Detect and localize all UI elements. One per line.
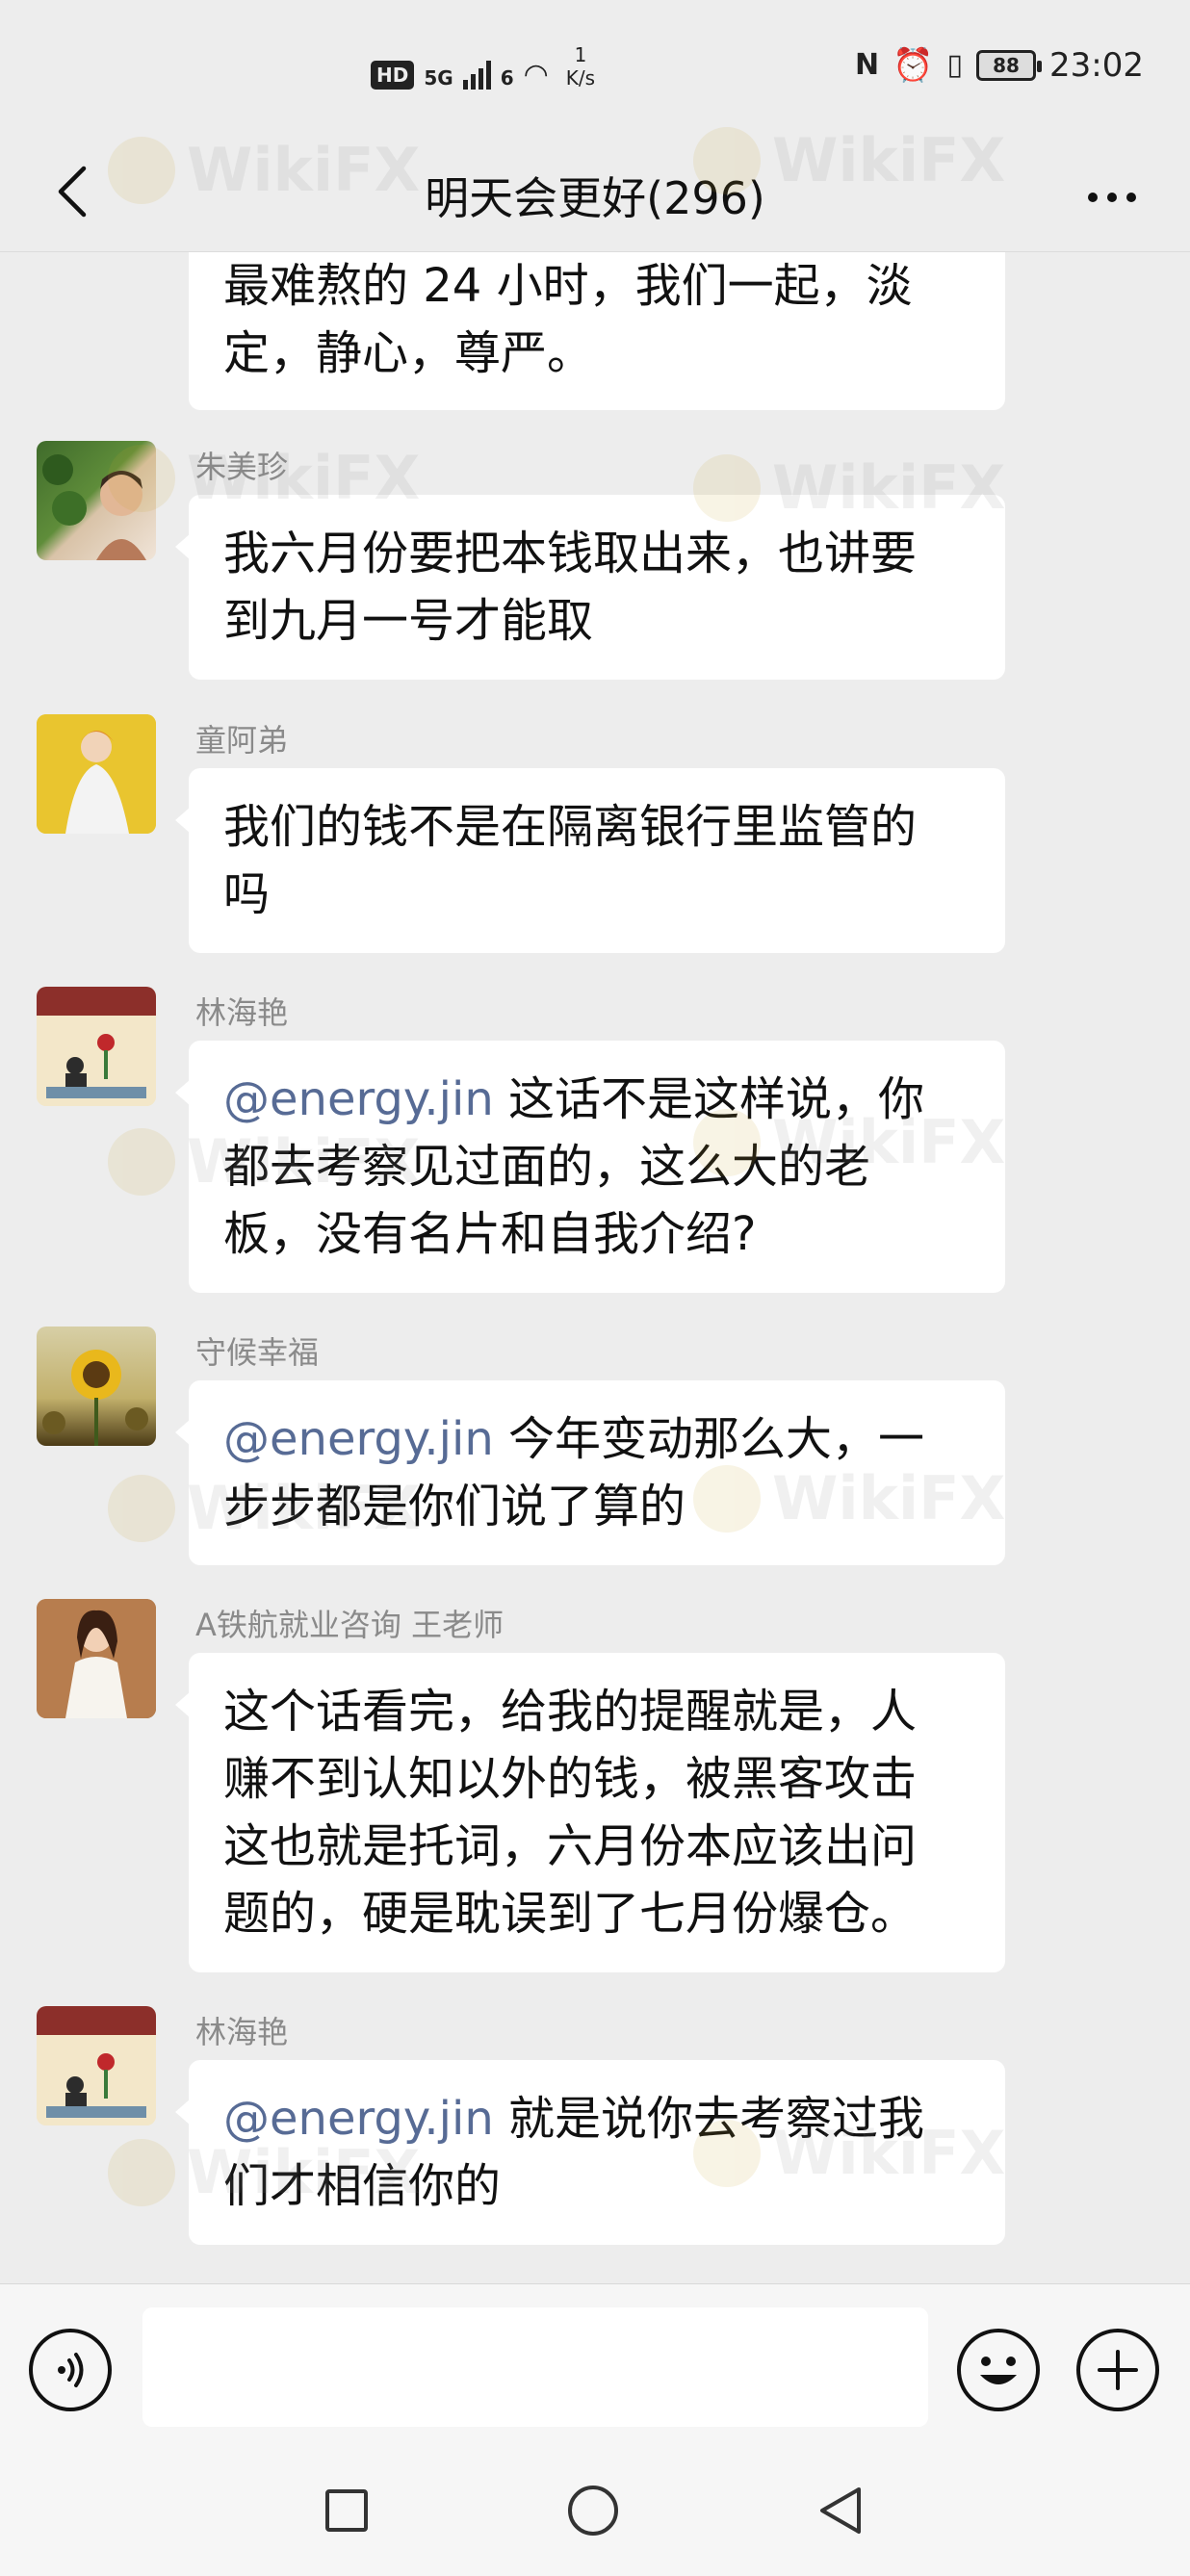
avatar-image [37,714,156,834]
page-title: 明天会更好(296) [425,172,765,224]
nav-square-icon[interactable] [325,2489,368,2532]
message-bubble[interactable]: 这个话看完，给我的提醒就是，人 赚不到认知以外的钱，被黑客攻击 这也就是托词，六… [175,1653,1005,1972]
avatar[interactable] [37,1327,156,1446]
status-left: HD 5G 6 ◠ 1 K/s [371,43,595,90]
alarm-icon: ⏰ [892,46,934,85]
battery-icon: 88 [976,50,1043,81]
avatar[interactable] [37,2006,156,2125]
message-line: 我们的钱不是在隔离银行里监管的 [223,800,918,854]
avatar-image [37,987,156,1106]
emoji-icon [980,2357,1017,2384]
speed-unit: K/s [565,66,596,90]
more-icon [1088,193,1098,202]
chat-list[interactable]: 最难熬的 24 小时，我们一起，淡 定，静心，尊严。 朱美珍 我六月份要把本钱取… [0,252,1190,2283]
message-bubble[interactable]: @energy.jin 就是说你去考察过我 们才相信你的 [175,2060,1005,2245]
message-line: 定，静心，尊严。 [223,326,594,380]
avatar-image [37,1599,156,1718]
sender-name: 朱美珍 [195,449,289,485]
message-line: 都去考察见过面的，这么大的老 [223,1140,871,1194]
message-line: 这个话看完，给我的提醒就是，人 [223,1685,918,1739]
hd-badge: HD [371,61,415,90]
sender-name: 林海艳 [195,2014,289,2050]
message-line: 这也就是托词，六月份本应该出问 [223,1819,918,1873]
avatar-image [42,1350,148,1446]
message-line: 板，没有名片和自我介绍? [223,1207,757,1261]
vibrate-icon: ▯ [946,48,964,82]
mention-link[interactable]: @energy.jin [223,2092,494,2146]
signal-icon [462,57,491,90]
speed-value: 1 [574,43,587,66]
battery-level: 88 [993,54,1020,77]
message-line: 就是说你去考察过我 [493,2092,925,2146]
emoji-button[interactable] [957,2329,1040,2411]
sender-name: 林海艳 [195,994,289,1031]
clock: 23:02 [1049,46,1144,85]
avatar[interactable] [37,987,156,1106]
message-bubble[interactable]: 我们的钱不是在隔离银行里监管的 吗 [175,768,1005,953]
message-line: 题的，硬是耽误到了七月份爆仓。 [223,1887,918,1941]
network-label: 5G [424,66,453,90]
more-icon-dot [1107,193,1117,202]
nfc-icon: N [855,48,880,82]
avatar-image [42,454,146,560]
message-line: 吗 [223,867,271,921]
avatar[interactable] [37,1599,156,1718]
avatar[interactable] [37,441,156,560]
message-line: 我六月份要把本钱取出来，也讲要 [223,527,918,580]
avatar[interactable] [37,714,156,834]
sender-name: 童阿弟 [195,722,289,759]
message-bubble[interactable]: @energy.jin 这话不是这样说，你 都去考察见过面的，这么大的老 板，没… [175,1041,1005,1293]
status-bar: HD 5G 6 ◠ 1 K/s N ⏰ ▯ 88 23:02 [0,0,1190,135]
plus-button[interactable] [1076,2329,1159,2411]
message-bubble[interactable]: 我六月份要把本钱取出来，也讲要 到九月一号才能取 [175,495,1005,680]
message-input[interactable] [142,2307,928,2427]
nav-back-icon[interactable] [816,2486,865,2536]
avatar-image [37,2006,156,2125]
plus-icon [1098,2350,1138,2390]
message-line: 步步都是你们说了算的 [223,1480,686,1533]
mention-link[interactable]: @energy.jin [223,1072,494,1126]
status-right: N ⏰ ▯ 88 23:02 [855,46,1144,85]
message-bubble[interactable]: @energy.jin 今年变动那么大，一 步步都是你们说了算的 [175,1380,1005,1565]
network-speed: 1 K/s [566,43,595,90]
sender-name: A铁航就业咨询 王老师 [195,1607,504,1643]
more-button[interactable] [1078,173,1146,221]
input-bar [0,2283,1190,2451]
message-line: 赚不到认知以外的钱，被黑客攻击 [223,1752,918,1806]
sender-name: 守候幸福 [195,1334,320,1371]
message-line: 这话不是这样说，你 [493,1072,925,1126]
mention-link[interactable]: @energy.jin [223,1412,494,1466]
voice-icon [58,2353,84,2387]
chat-header: 明天会更好(296) [0,135,1190,252]
message-line: 今年变动那么大，一 [493,1412,925,1466]
wifi-label: 6 [500,66,514,90]
message-line: 到九月一号才能取 [223,594,594,648]
system-nav-bar [0,2451,1190,2576]
message-line: 们才相信你的 [223,2159,502,2213]
message-line: 最难熬的 24 小时，我们一起，淡 [223,259,913,313]
nav-home-icon[interactable] [568,2486,618,2536]
voice-button[interactable] [29,2329,112,2411]
wifi-icon: ◠ [523,58,549,91]
message-bubble[interactable]: 最难熬的 24 小时，我们一起，淡 定，静心，尊严。 [189,252,1005,410]
more-icon-dot [1126,193,1136,202]
